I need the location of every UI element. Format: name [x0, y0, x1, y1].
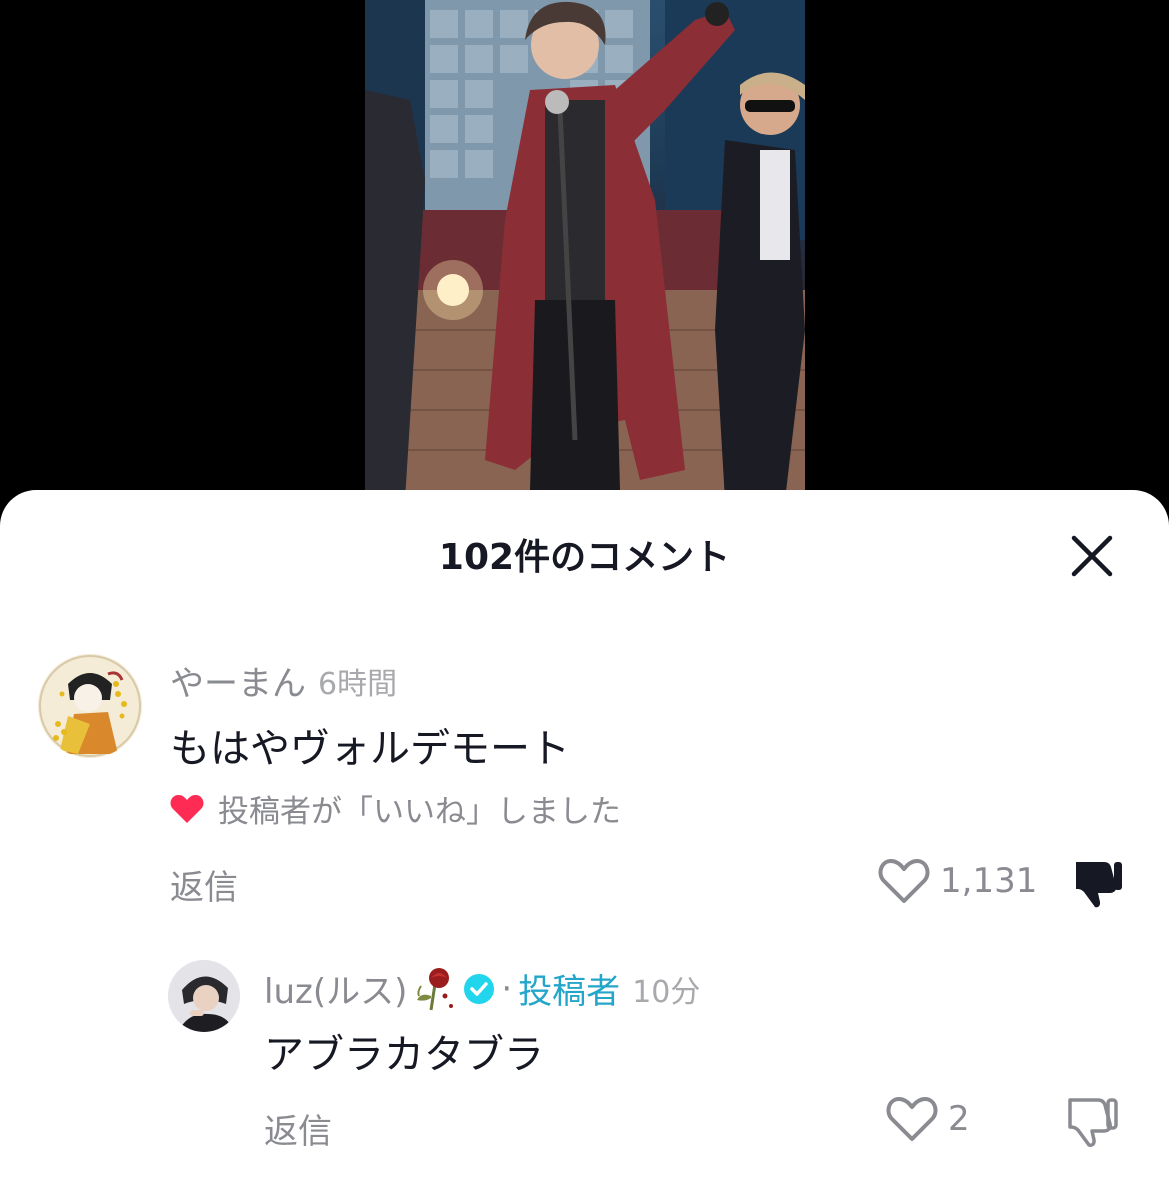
comment-text: もはやヴォルデモート [170, 726, 570, 772]
comments-sheet: 102件のコメント やーまん 6時間 もはやヴォルデモート 投稿者が「いいね」し… [0, 490, 1169, 1188]
separator-dot: · [501, 968, 513, 1009]
comment-item: やーまん 6時間 もはやヴォルデモート 投稿者が「いいね」しました 返信 1,1… [0, 490, 1169, 920]
thumbs-down-icon [1068, 1098, 1118, 1147]
reply-button[interactable]: 返信 [264, 1104, 332, 1153]
reply-text: アブラカタブラ [264, 1032, 544, 1078]
avatar[interactable] [38, 654, 142, 758]
reply-item: luz(ルス) · 投稿者 10分 アブラカタブラ 返信 2 [0, 940, 1169, 1188]
dislike-button[interactable] [1064, 1094, 1118, 1152]
reply-header: luz(ルス) · 投稿者 10分 [264, 964, 700, 1013]
rose-emoji [417, 967, 454, 1010]
heart-filled-icon [170, 794, 204, 823]
heart-outline-icon [878, 859, 930, 903]
avatar[interactable] [168, 960, 240, 1032]
video-area[interactable] [0, 0, 1169, 500]
liked-by-creator-text: 投稿者が「いいね」しました [218, 794, 621, 830]
like-button[interactable]: 1,131 [878, 858, 1037, 904]
timestamp: 6時間 [318, 666, 398, 702]
username[interactable]: luz(ルス) [264, 964, 407, 1013]
avatar-image [168, 960, 240, 1032]
dislike-button[interactable] [1070, 856, 1124, 914]
avatar-image [38, 654, 142, 758]
verified-icon [464, 973, 495, 1004]
thumbs-down-icon [1076, 862, 1122, 908]
video-scene [365, 0, 805, 500]
timestamp: 10分 [632, 974, 701, 1010]
reply-button[interactable]: 返信 [170, 860, 238, 909]
heart-outline-icon [886, 1097, 938, 1141]
like-count: 2 [948, 1099, 970, 1139]
username[interactable]: やーまん [170, 656, 306, 705]
video-thumbnail[interactable] [365, 0, 805, 500]
like-button[interactable]: 2 [886, 1096, 970, 1142]
like-count: 1,131 [940, 861, 1038, 901]
creator-liked-badge: 投稿者が「いいね」しました [170, 786, 621, 831]
creator-label: 投稿者 [518, 972, 621, 1012]
comment-header: やーまん 6時間 [170, 656, 397, 705]
